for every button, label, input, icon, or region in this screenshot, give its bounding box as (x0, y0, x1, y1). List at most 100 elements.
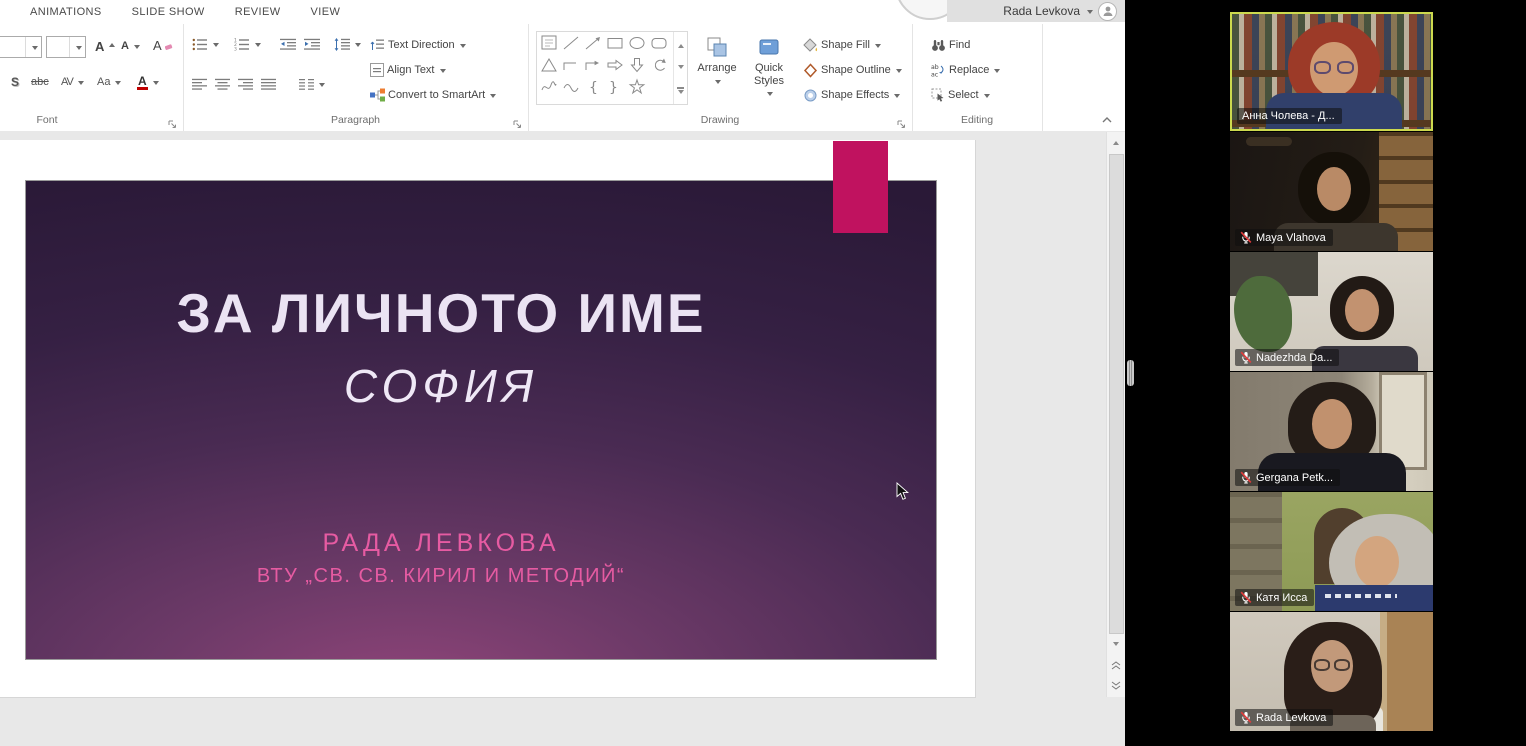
dialog-launcher-icon (513, 120, 522, 129)
line-spacing-button[interactable] (331, 36, 364, 53)
decrease-indent-button[interactable] (277, 36, 299, 53)
triangle-up-icon (1113, 138, 1119, 145)
video-scene-prop (1380, 612, 1433, 731)
slide-title-line1[interactable]: ЗА ЛИЧНОТО ИМЕ (26, 281, 856, 345)
change-case-button[interactable]: Aa (94, 75, 124, 90)
text-direction-button[interactable]: Text Direction (367, 36, 469, 54)
caret-icon (715, 80, 721, 87)
shapes-gallery-row-3[interactable]: { } (539, 76, 667, 98)
scroll-up-button[interactable] (1107, 132, 1125, 150)
account-area[interactable]: Rada Levkova (947, 0, 1125, 22)
align-left-button[interactable] (189, 76, 210, 93)
video-scene-person (1311, 640, 1353, 692)
case-glyph: Aa (97, 77, 110, 88)
line-spacing-icon (334, 38, 350, 51)
video-scene-person (1355, 536, 1399, 588)
shapes-scroll-down-button[interactable] (674, 56, 687, 80)
slide-author[interactable]: РАДА ЛЕВКОВА (26, 529, 856, 558)
ribbon-group-editing: Find abac Replace Select Editing (912, 24, 1043, 131)
slide-affiliation[interactable]: ВТУ „СВ. СВ. КИРИЛ И МЕТОДИЙ“ (26, 565, 856, 588)
zoom-video-strip: Анна Чолева - Д... Maya Vlahova Nadezhda… (1230, 12, 1433, 732)
drawing-group-label: Drawing (528, 114, 912, 126)
font-size-dropdown[interactable] (69, 37, 85, 57)
shrink-font-button[interactable]: A (118, 39, 143, 54)
font-name-dropdown[interactable] (25, 37, 41, 57)
tab-view[interactable]: VIEW (311, 6, 341, 18)
slide-canvas[interactable]: ЗА ЛИЧНОТО ИМЕ СОФИЯ РАДА ЛЕВКОВА ВТУ „С… (25, 180, 937, 660)
vertical-scrollbar[interactable] (1106, 132, 1125, 697)
shape-effects-icon (803, 88, 818, 103)
font-color-button[interactable]: A (134, 73, 162, 92)
triangle-down-icon (678, 65, 684, 72)
account-avatar[interactable] (1098, 2, 1117, 21)
shapes-row-icons (539, 32, 667, 54)
align-center-button[interactable] (212, 76, 233, 93)
account-caret-icon (1087, 10, 1093, 17)
grow-font-button[interactable]: A (92, 38, 118, 55)
columns-button[interactable] (296, 76, 328, 93)
numbering-button[interactable]: 123 (231, 36, 264, 53)
previous-slide-button[interactable] (1107, 656, 1125, 674)
shape-effects-button[interactable]: Shape Effects (800, 86, 903, 105)
caret-icon (994, 69, 1000, 76)
participant-tile-3[interactable]: Nadezhda Da... (1230, 252, 1433, 371)
align-right-icon (238, 78, 253, 91)
font-dialog-launcher[interactable] (168, 116, 178, 126)
quick-styles-button[interactable]: Quick Styles (746, 31, 792, 109)
participant-tile-2[interactable]: Maya Vlahova (1230, 132, 1433, 251)
shape-outline-button[interactable]: Shape Outline (800, 61, 905, 80)
shrink-font-glyph: A (121, 41, 129, 52)
scrollbar-thumb[interactable] (1109, 154, 1124, 634)
convert-smartart-button[interactable]: Convert to SmartArt (367, 86, 499, 104)
shape-fill-button[interactable]: Shape Fill (800, 36, 884, 55)
video-scene-person (1317, 167, 1351, 211)
powerpoint-window: ANIMATIONS SLIDE SHOW REVIEW VIEW Rada L… (0, 0, 1125, 746)
slide-title-line2[interactable]: СОФИЯ (26, 359, 856, 413)
font-size-combobox[interactable] (46, 36, 86, 58)
scroll-down-button[interactable] (1107, 636, 1125, 654)
font-name-combobox[interactable] (0, 36, 42, 58)
select-button[interactable]: Select (928, 86, 993, 104)
convert-smartart-label: Convert to SmartArt (388, 90, 485, 101)
clear-formatting-button[interactable]: A (150, 37, 176, 54)
shapes-gallery-more-button[interactable] (674, 80, 687, 104)
panel-resize-handle[interactable] (1127, 360, 1134, 386)
paragraph-group-label: Paragraph (183, 114, 528, 126)
participant-tile-5[interactable]: Катя Исса (1230, 492, 1433, 611)
svg-text:{: { (589, 80, 598, 96)
shapes-gallery-row-2[interactable] (539, 54, 667, 76)
muted-mic-icon (1240, 471, 1252, 484)
text-shadow-button[interactable]: S (8, 74, 22, 90)
account-name[interactable]: Rada Levkova (1003, 4, 1080, 18)
paragraph-dialog-launcher[interactable] (513, 116, 523, 126)
character-spacing-button[interactable]: AV (58, 75, 87, 90)
clear-formatting-glyph: A (153, 39, 162, 52)
drawing-dialog-launcher[interactable] (897, 116, 907, 126)
participant-tile-6[interactable]: Rada Levkova (1230, 612, 1433, 731)
caret-icon (355, 43, 361, 50)
collapse-ribbon-button[interactable] (1099, 115, 1115, 125)
arrange-button[interactable]: Arrange (694, 31, 740, 109)
align-right-button[interactable] (235, 76, 256, 93)
find-button[interactable]: Find (928, 36, 973, 54)
shapes-gallery-row-1[interactable] (539, 32, 667, 54)
tab-slide-show[interactable]: SLIDE SHOW (132, 6, 205, 18)
shapes-scroll-up-button[interactable] (674, 32, 687, 56)
replace-button[interactable]: abac Replace (928, 61, 1003, 79)
strikethrough-button[interactable]: abc (28, 75, 52, 90)
shapes-gallery-scrollbar (673, 32, 687, 104)
participant-tile-4[interactable]: Gergana Petk... (1230, 372, 1433, 491)
increase-indent-button[interactable] (301, 36, 323, 53)
dialog-launcher-icon (168, 120, 177, 129)
ribbon-group-font: A A A S abc AV Aa A Font (0, 24, 184, 131)
tab-animations[interactable]: ANIMATIONS (30, 6, 102, 18)
bullets-icon (192, 38, 208, 51)
bullets-button[interactable] (189, 36, 222, 53)
slide-accent-rectangle[interactable] (833, 141, 888, 233)
justify-button[interactable] (258, 76, 279, 93)
replace-icon: abac (931, 63, 946, 77)
participant-tile-1[interactable]: Анна Чолева - Д... (1230, 12, 1433, 131)
align-text-button[interactable]: Align Text (367, 61, 449, 79)
next-slide-button[interactable] (1107, 676, 1125, 694)
tab-review[interactable]: REVIEW (235, 6, 281, 18)
